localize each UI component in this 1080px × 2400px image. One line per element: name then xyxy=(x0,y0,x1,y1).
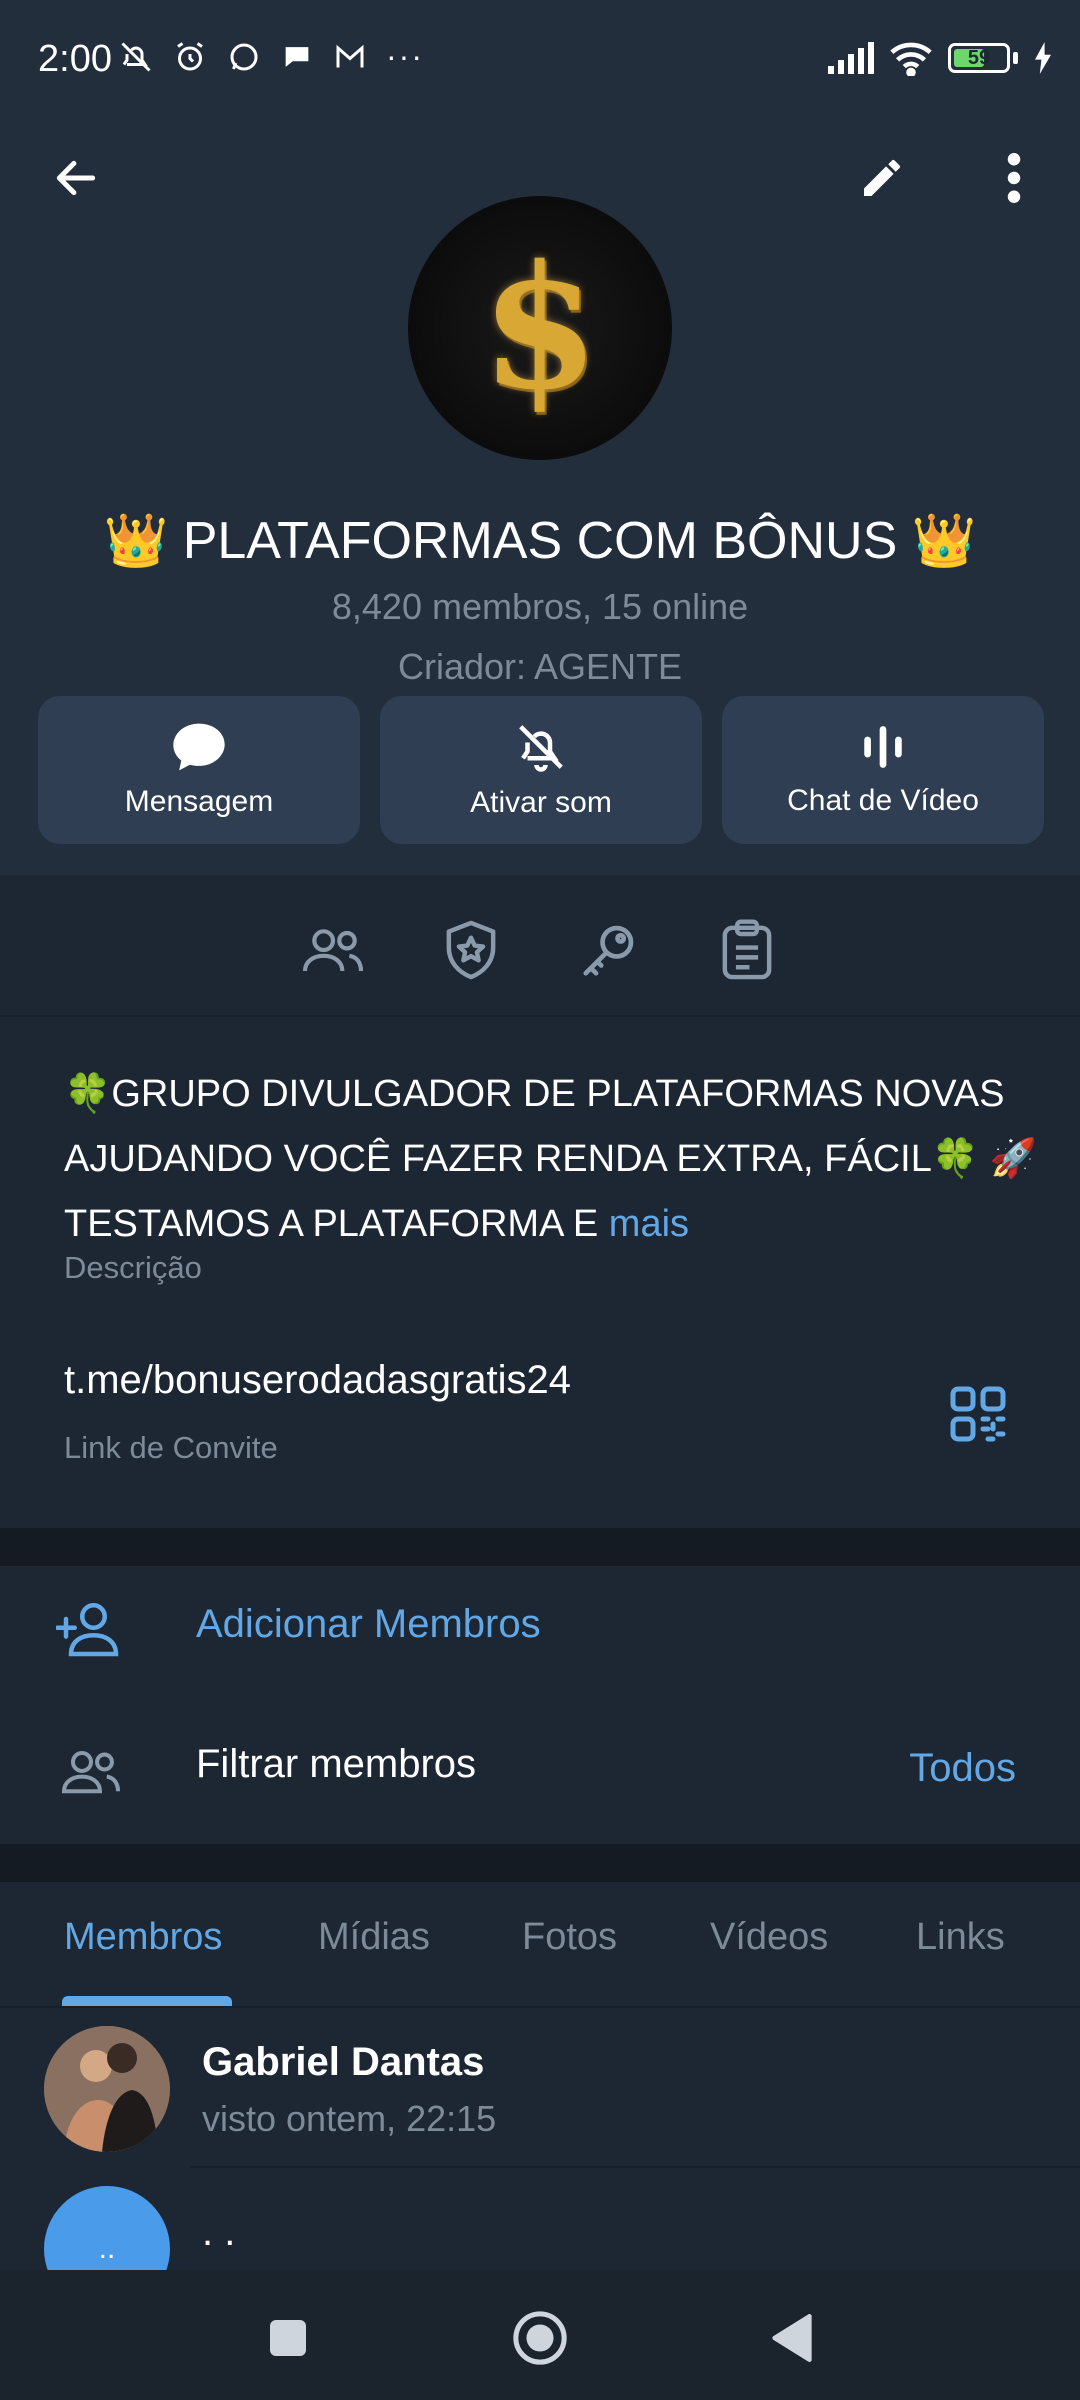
divider xyxy=(190,2166,1080,2168)
members-icon xyxy=(61,1750,121,1794)
status-time: 2:00 xyxy=(38,38,112,80)
members-shortcut[interactable] xyxy=(298,915,368,985)
tab-membros[interactable]: Membros xyxy=(64,1916,222,1959)
add-member-icon-wrap xyxy=(56,1594,126,1664)
add-user-icon xyxy=(56,1603,119,1657)
triangle-back-icon xyxy=(772,2314,812,2362)
admin-shortcuts xyxy=(0,875,1080,1017)
qr-code-button[interactable] xyxy=(948,1384,1008,1449)
admins-shortcut[interactable] xyxy=(436,915,506,985)
tab-fotos[interactable]: Fotos xyxy=(522,1916,617,1959)
dollar-symbol: $ xyxy=(480,228,600,428)
home-button[interactable] xyxy=(500,2298,580,2378)
action-buttons: Mensagem Ativar som Chat de Vídeo xyxy=(38,696,1044,844)
group-description: 🍀GRUPO DIVULGADOR DE PLATAFORMAS NOVAS A… xyxy=(64,1062,1044,1257)
avatar-photo xyxy=(44,2026,170,2152)
square-icon xyxy=(270,2320,306,2356)
edit-button[interactable] xyxy=(842,138,922,218)
tab-videos[interactable]: Vídeos xyxy=(710,1916,828,1959)
back-nav-button[interactable] xyxy=(752,2298,832,2378)
message-icon xyxy=(285,46,309,67)
bell-off-icon xyxy=(121,41,151,72)
video-chat-button-label: Chat de Vídeo xyxy=(787,784,979,817)
members-icon xyxy=(302,929,364,972)
more-button[interactable] xyxy=(974,138,1054,218)
filter-icon-wrap xyxy=(56,1736,126,1806)
add-members-label: Adicionar Membros xyxy=(196,1602,541,1646)
avatar xyxy=(44,2026,170,2152)
active-tab-indicator xyxy=(62,1996,232,2006)
permissions-shortcut[interactable] xyxy=(574,915,644,985)
signal-icon xyxy=(828,42,874,74)
alarm-icon xyxy=(177,41,203,70)
battery-icon: 59 xyxy=(948,43,1010,73)
recent-actions-shortcut[interactable] xyxy=(712,915,782,985)
home-circle-icon xyxy=(513,2311,567,2365)
shared-media-tabs: Membros Mídias Fotos Vídeos Links xyxy=(0,1882,1080,2008)
member-status: visto ontem, 22:15 xyxy=(202,2098,497,2139)
clipboard-icon xyxy=(722,919,772,980)
system-icons: 59 xyxy=(826,40,1054,76)
description-text: 🍀GRUPO DIVULGADOR DE PLATAFORMAS NOVAS A… xyxy=(64,1073,1038,1245)
group-title: 👑 PLATAFORMAS COM BÔNUS 👑 xyxy=(103,512,977,570)
tab-midias[interactable]: Mídias xyxy=(318,1916,430,1959)
more-notifications-icon: ··· xyxy=(386,38,424,74)
filter-members-label: Filtrar membros xyxy=(196,1742,477,1786)
avatar-initials: .. xyxy=(98,2232,116,2265)
notification-icons: ··· xyxy=(118,38,424,75)
whatsapp-icon xyxy=(230,43,258,70)
member-name: . . xyxy=(202,2210,236,2254)
bell-off-icon xyxy=(519,725,563,772)
description-caption: Descrição xyxy=(64,1250,202,1285)
pencil-icon xyxy=(864,159,900,196)
recents-button[interactable] xyxy=(248,2298,328,2378)
message-button-label: Mensagem xyxy=(124,785,274,818)
message-button[interactable]: Mensagem xyxy=(38,696,360,844)
admin-shield-icon xyxy=(446,920,496,980)
system-navigation-bar xyxy=(0,2270,1080,2400)
charging-icon xyxy=(1035,42,1051,74)
battery-tip xyxy=(1013,52,1018,64)
key-icon xyxy=(583,925,634,976)
gmail-icon xyxy=(336,44,364,67)
voice-chat-icon xyxy=(864,726,902,768)
invite-link-caption: Link de Convite xyxy=(64,1430,278,1465)
back-button[interactable] xyxy=(36,138,116,218)
arrow-left-icon xyxy=(56,160,96,196)
group-avatar[interactable]: $ xyxy=(408,196,672,460)
tab-links[interactable]: Links xyxy=(916,1916,1005,1959)
wifi-icon xyxy=(890,42,932,76)
unmute-button[interactable]: Ativar som xyxy=(380,696,702,844)
section-separator xyxy=(0,1528,1080,1566)
section-separator xyxy=(0,1844,1080,1882)
chat-bubble-icon xyxy=(173,723,225,771)
qr-code-icon xyxy=(950,1386,1006,1442)
creator-info: Criador: AGENTE xyxy=(397,646,683,687)
filter-value[interactable]: Todos xyxy=(909,1746,1016,1791)
unmute-button-label: Ativar som xyxy=(470,786,612,819)
invite-link[interactable]: t.me/bonuserodadasgratis24 xyxy=(64,1358,571,1403)
members-info: 8,420 membros, 15 online xyxy=(331,586,749,627)
more-vertical-icon xyxy=(1007,153,1021,203)
member-name: Gabriel Dantas xyxy=(202,2040,485,2084)
read-more-link[interactable]: mais xyxy=(609,1203,689,1245)
video-chat-button[interactable]: Chat de Vídeo xyxy=(722,696,1044,844)
